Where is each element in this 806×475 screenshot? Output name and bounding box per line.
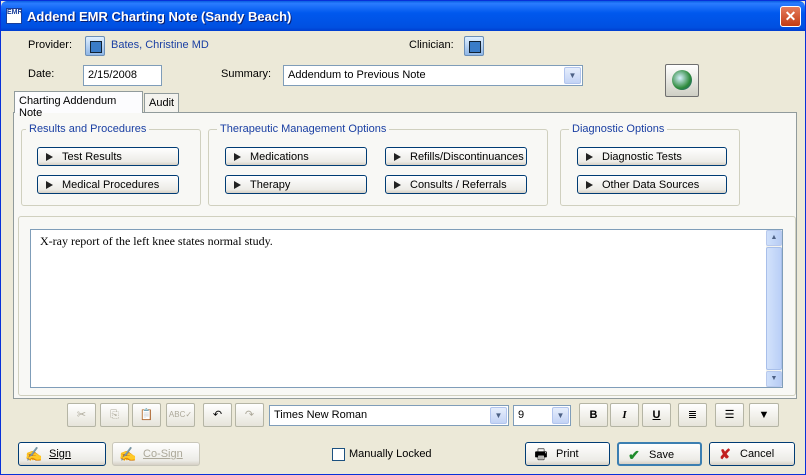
play-arrow-icon bbox=[394, 153, 401, 161]
play-arrow-icon bbox=[234, 181, 241, 189]
copy-icon[interactable]: ⎘ bbox=[100, 403, 129, 427]
results-procedures-group bbox=[21, 129, 201, 206]
cosign-button[interactable]: ✍ Co-Sign bbox=[112, 442, 200, 466]
checkmark-icon: ✔ bbox=[628, 447, 640, 463]
play-arrow-icon bbox=[46, 153, 53, 161]
scroll-down-icon[interactable]: ▼ bbox=[766, 371, 782, 387]
spellcheck-icon[interactable]: ABC✓ bbox=[166, 403, 195, 427]
dialog-window: EMR Addend EMR Charting Note (Sandy Beac… bbox=[0, 0, 806, 475]
more-options-icon[interactable]: ▼ bbox=[749, 403, 779, 427]
chevron-down-icon[interactable]: ▼ bbox=[564, 67, 581, 84]
diagnostic-tests-button[interactable]: Diagnostic Tests bbox=[577, 147, 727, 166]
play-arrow-icon bbox=[234, 153, 241, 161]
diagnostic-title: Diagnostic Options bbox=[569, 123, 668, 135]
x-icon: ✘ bbox=[719, 446, 731, 462]
clinician-label: Clinician: bbox=[409, 39, 454, 51]
undo-icon[interactable]: ↶ bbox=[203, 403, 232, 427]
test-results-button[interactable]: Test Results bbox=[37, 147, 179, 166]
app-icon: EMR bbox=[6, 8, 23, 24]
date-label: Date: bbox=[28, 68, 55, 80]
tab-audit[interactable]: Audit bbox=[144, 93, 179, 112]
results-procedures-title: Results and Procedures bbox=[26, 123, 150, 135]
scroll-up-icon[interactable]: ▲ bbox=[766, 230, 782, 246]
cosign-icon: ✍ bbox=[119, 446, 137, 462]
diagnostic-group bbox=[560, 129, 740, 206]
date-field[interactable]: 2/15/2008 bbox=[83, 65, 162, 86]
underline-button[interactable]: U bbox=[642, 403, 671, 427]
font-value: Times New Roman bbox=[274, 409, 368, 421]
play-arrow-icon bbox=[586, 181, 593, 189]
provider-label: Provider: bbox=[28, 39, 73, 51]
summary-value: Addendum to Previous Note bbox=[288, 69, 426, 81]
window-title: Addend EMR Charting Note (Sandy Beach) bbox=[27, 9, 292, 24]
provider-value[interactable]: Bates, Christine MD bbox=[111, 39, 209, 51]
refills-discontinuances-button[interactable]: Refills/Discontinuances bbox=[385, 147, 527, 166]
scroll-thumb[interactable] bbox=[766, 247, 782, 370]
font-size-value: 9 bbox=[518, 409, 525, 421]
bullet-list-icon[interactable]: ☰ bbox=[715, 403, 744, 427]
paste-icon[interactable]: 📋 bbox=[132, 403, 161, 427]
provider-lookup-icon[interactable] bbox=[85, 36, 105, 56]
summary-label: Summary: bbox=[221, 68, 272, 80]
vertical-scrollbar[interactable]: ▲ ▼ bbox=[766, 230, 782, 387]
play-arrow-icon bbox=[394, 181, 401, 189]
font-size-select[interactable]: 9 ▼ bbox=[513, 405, 571, 426]
title-bar[interactable]: EMR Addend EMR Charting Note (Sandy Beac… bbox=[1, 1, 805, 31]
consults-referrals-button[interactable]: Consults / Referrals bbox=[385, 175, 527, 194]
chevron-down-icon[interactable]: ▼ bbox=[552, 407, 569, 424]
cancel-button[interactable]: ✘ Cancel bbox=[709, 442, 795, 466]
therapeutic-title: Therapeutic Management Options bbox=[217, 123, 390, 135]
save-button[interactable]: ✔ Save bbox=[617, 442, 702, 466]
printer-icon: 🖶 bbox=[534, 446, 548, 462]
medications-button[interactable]: Medications bbox=[225, 147, 367, 166]
font-select[interactable]: Times New Roman ▼ bbox=[269, 405, 509, 426]
clinician-lookup-icon[interactable] bbox=[464, 36, 484, 56]
other-data-sources-button[interactable]: Other Data Sources bbox=[577, 175, 727, 194]
play-arrow-icon bbox=[46, 181, 53, 189]
therapeutic-group bbox=[208, 129, 548, 206]
tab-charting-addendum-note[interactable]: Charting Addendum Note bbox=[14, 91, 143, 119]
play-arrow-icon bbox=[586, 153, 593, 161]
globe-document-icon[interactable] bbox=[665, 64, 699, 97]
sign-button[interactable]: ✍ Sign bbox=[18, 442, 106, 466]
redo-icon[interactable]: ↷ bbox=[235, 403, 264, 427]
italic-button[interactable]: I bbox=[610, 403, 639, 427]
therapy-button[interactable]: Therapy bbox=[225, 175, 367, 194]
bold-button[interactable]: B bbox=[579, 403, 608, 427]
manually-locked-checkbox[interactable] bbox=[332, 448, 345, 461]
close-button[interactable]: ✕ bbox=[780, 6, 801, 27]
manually-locked-label[interactable]: Manually Locked bbox=[349, 448, 432, 460]
sign-pen-icon: ✍ bbox=[25, 446, 43, 462]
medical-procedures-button[interactable]: Medical Procedures bbox=[37, 175, 179, 194]
align-justify-icon[interactable]: ≣ bbox=[678, 403, 707, 427]
cut-icon[interactable]: ✂ bbox=[67, 403, 96, 427]
summary-select[interactable]: Addendum to Previous Note ▼ bbox=[283, 65, 583, 86]
note-editor[interactable]: X-ray report of the left knee states nor… bbox=[30, 229, 783, 388]
chevron-down-icon[interactable]: ▼ bbox=[490, 407, 507, 424]
note-text[interactable]: X-ray report of the left knee states nor… bbox=[40, 234, 273, 249]
print-button[interactable]: 🖶 Print bbox=[525, 442, 610, 466]
